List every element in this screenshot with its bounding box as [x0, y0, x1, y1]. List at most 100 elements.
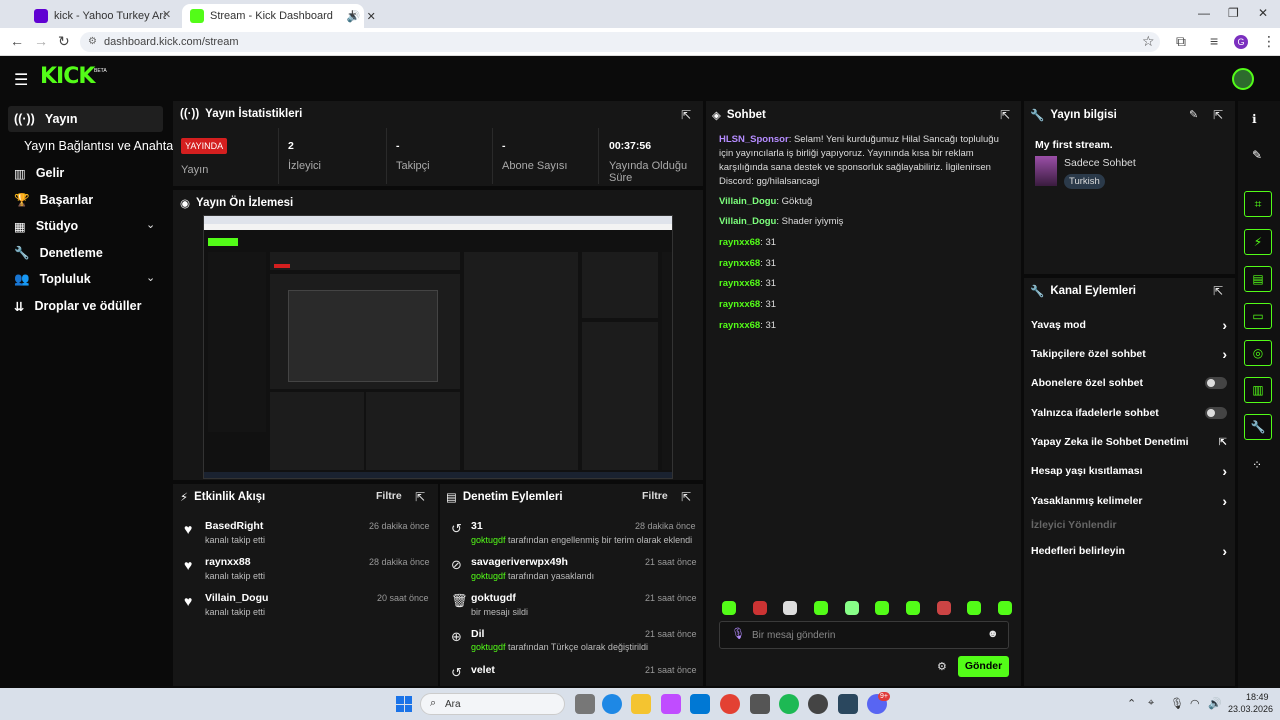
- sidebar-item-stream-key[interactable]: Yayın Bağlantısı ve Anahtarı: [18, 133, 181, 159]
- chat-input[interactable]: Bir mesaj gönderin: [752, 630, 835, 641]
- moderation-filter-button[interactable]: Filtre: [642, 490, 668, 502]
- emote-icon[interactable]: [844, 601, 859, 615]
- category-name[interactable]: Sadece Sohbet: [1064, 157, 1136, 169]
- wrench-icon[interactable]: 🔧: [1244, 414, 1272, 440]
- activity-filter-button[interactable]: Filtre: [376, 490, 402, 502]
- popout-icon[interactable]: ⇱: [1213, 108, 1223, 122]
- site-info-icon[interactable]: ⚙: [88, 36, 97, 47]
- chart-icon: ▥: [14, 166, 26, 181]
- clock-date[interactable]: 23.03.2026: [1228, 704, 1273, 714]
- activity-sub: kanalı takip etti: [205, 607, 266, 617]
- taskbar-search[interactable]: [420, 693, 565, 715]
- tab-yahoo[interactable]: kick - Yahoo Turkey Arama Son: [26, 4, 174, 28]
- window-close-button[interactable]: ✕: [1258, 6, 1268, 20]
- emote-icon[interactable]: [783, 601, 798, 615]
- taskview-icon[interactable]: [575, 694, 595, 714]
- chevron-down-icon[interactable]: ⌄: [146, 218, 155, 231]
- lightning-icon[interactable]: ⚡: [1244, 229, 1272, 255]
- action-slow-mode[interactable]: Yavaş mod ›: [1031, 315, 1227, 335]
- action-goals[interactable]: Hedefleri belirleyin ›: [1031, 541, 1227, 561]
- search-label: Ara: [445, 699, 461, 710]
- hamburger-menu-icon[interactable]: ☰: [14, 70, 28, 90]
- profile-avatar[interactable]: G: [1234, 35, 1248, 49]
- kick-logo[interactable]: KICK: [40, 64, 95, 89]
- sidebar-item-denetleme[interactable]: 🔧 Denetleme: [8, 240, 163, 266]
- copilot-icon[interactable]: [661, 694, 681, 714]
- forward-icon[interactable]: →: [34, 33, 48, 49]
- emote-icon[interactable]: [875, 601, 890, 615]
- tab-stream[interactable]: Stream - Kick Dashboard 🔊 ✕: [182, 4, 376, 28]
- popout-icon[interactable]: ⇱: [681, 108, 691, 122]
- popout-icon[interactable]: ⇱: [1000, 108, 1010, 122]
- store-icon[interactable]: [750, 694, 770, 714]
- action-ai-moderation[interactable]: Yapay Zeka ile Sohbet Denetimi ⇱: [1031, 432, 1227, 452]
- wifi-icon[interactable]: ◠: [1190, 697, 1200, 710]
- emote-icon[interactable]: [813, 601, 828, 615]
- emotes-only-toggle[interactable]: [1205, 407, 1227, 419]
- stream-preview[interactable]: [203, 215, 673, 479]
- action-account-age[interactable]: Hesap yaşı kısıtlaması ›: [1031, 461, 1227, 481]
- emote-icon[interactable]: [905, 601, 920, 615]
- new-tab-button[interactable]: +: [348, 6, 357, 23]
- chat-bubble-icon[interactable]: ▭: [1244, 303, 1272, 329]
- maximize-button[interactable]: ❐: [1228, 6, 1239, 20]
- menu-icon[interactable]: ⋮: [1262, 33, 1276, 50]
- outlook-icon[interactable]: [690, 694, 710, 714]
- subscribers-only-toggle[interactable]: [1205, 377, 1227, 389]
- windows-start-icon[interactable]: [396, 696, 412, 712]
- emote-icon[interactable]: [997, 601, 1012, 615]
- close-icon[interactable]: ✕: [367, 10, 376, 23]
- user-avatar[interactable]: [1232, 68, 1254, 90]
- edge-icon[interactable]: [602, 694, 622, 714]
- explorer-icon[interactable]: [631, 694, 651, 714]
- chrome-icon[interactable]: [720, 694, 740, 714]
- document-icon[interactable]: ▤: [1244, 266, 1272, 292]
- sidebar-item-studyo[interactable]: ▦ Stüdyo: [8, 213, 163, 239]
- sidebar-item-basarilar[interactable]: 🏆 Başarılar: [8, 187, 163, 213]
- emoji-icon[interactable]: ☻: [987, 628, 999, 640]
- obs-icon[interactable]: [808, 694, 828, 714]
- back-icon[interactable]: ←: [10, 33, 24, 49]
- edit-icon[interactable]: ✎: [1189, 108, 1198, 121]
- reload-icon[interactable]: ↻: [58, 33, 70, 50]
- bookmark-star-icon[interactable]: ☆: [1142, 33, 1155, 50]
- chevron-up-icon[interactable]: ⌃: [1127, 697, 1136, 710]
- settings-icon[interactable]: ⚙: [937, 660, 947, 673]
- edit-icon[interactable]: ✎: [1252, 148, 1262, 162]
- info-icon[interactable]: ℹ: [1252, 112, 1257, 126]
- microphone-icon[interactable]: 🎙: [1170, 697, 1184, 710]
- sidebar-item-gelir[interactable]: ▥ Gelir: [8, 160, 163, 186]
- extensions-icon[interactable]: ⧉: [1176, 33, 1186, 50]
- close-icon[interactable]: ✕: [162, 8, 171, 21]
- action-followers-only[interactable]: Takipçilere özel sohbet ›: [1031, 344, 1227, 364]
- emote-icon[interactable]: [722, 601, 736, 615]
- steam-icon[interactable]: [838, 694, 858, 714]
- stats-title: ((·)) Yayın İstatistikleri: [180, 108, 303, 120]
- speaker-icon[interactable]: 🔊: [1208, 697, 1222, 710]
- clip-icon[interactable]: ⌗: [1244, 191, 1272, 217]
- spotify-icon[interactable]: [779, 694, 799, 714]
- media-icon[interactable]: ≡: [1210, 33, 1218, 49]
- url-input[interactable]: dashboard.kick.com/stream: [80, 32, 1160, 52]
- chevron-down-icon[interactable]: ⌄: [146, 271, 155, 284]
- sidebar-item-yayin[interactable]: ((·)) Yayın: [8, 106, 163, 132]
- send-button[interactable]: Gönder: [958, 656, 1009, 677]
- emote-icon[interactable]: [936, 601, 951, 615]
- emote-icon[interactable]: [752, 601, 767, 615]
- sidebar-item-droplar[interactable]: ⇊ Droplar ve ödüller: [8, 293, 163, 319]
- location-icon[interactable]: ⌖: [1148, 697, 1154, 710]
- popout-icon[interactable]: ⇱: [1213, 284, 1223, 298]
- popout-icon[interactable]: ⇱: [415, 490, 425, 504]
- action-banned-words[interactable]: Yasaklanmış kelimeler ›: [1031, 491, 1227, 511]
- tag-pill[interactable]: Turkish: [1064, 174, 1105, 189]
- broadcast-icon[interactable]: ◎: [1244, 340, 1272, 366]
- sidebar-item-topluluk[interactable]: 👥 Topluluk: [8, 266, 163, 292]
- layout-icon[interactable]: ▥: [1244, 377, 1272, 403]
- emote-icon[interactable]: [967, 601, 982, 615]
- activity-time: 20 saat önce: [377, 593, 429, 603]
- apps-icon[interactable]: ⁘: [1252, 458, 1262, 472]
- microphone-icon[interactable]: 🎙: [731, 627, 745, 640]
- clock-time[interactable]: 18:49: [1246, 692, 1269, 702]
- popout-icon[interactable]: ⇱: [681, 490, 691, 504]
- minimize-button[interactable]: —: [1198, 6, 1210, 20]
